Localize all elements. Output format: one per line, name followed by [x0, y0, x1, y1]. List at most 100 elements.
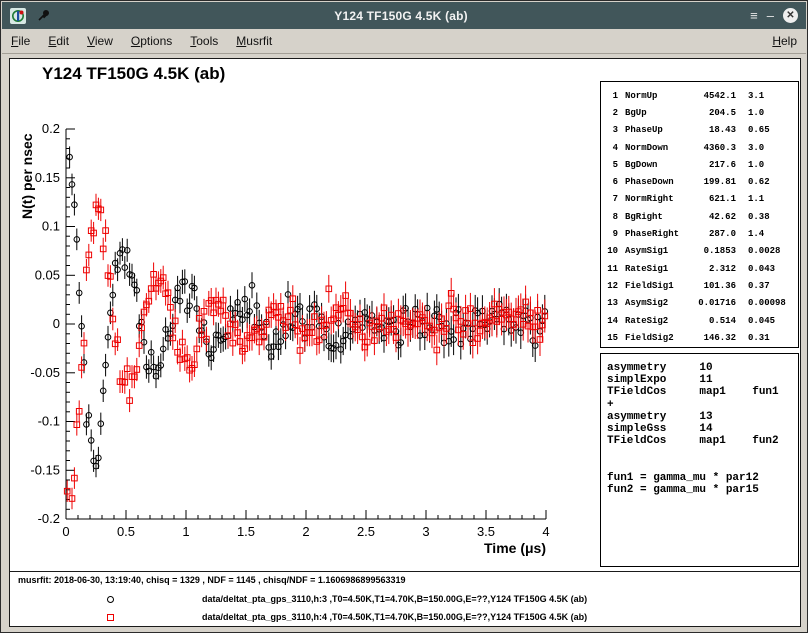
svg-text:-0.05: -0.05 [30, 365, 60, 380]
param-pn: 6 [605, 177, 618, 187]
param-perr: 0.045 [748, 316, 794, 326]
menubar: FileEditViewOptionsToolsMusrfit Help [2, 29, 806, 54]
param-perr: 1.0 [748, 160, 794, 170]
menu-item-help[interactable]: Help [763, 30, 806, 52]
param-perr: 0.00098 [748, 298, 794, 308]
param-pn: 1 [605, 91, 618, 101]
param-row: 7NormRight621.11.1 [605, 191, 794, 208]
param-pval: 42.62 [680, 212, 736, 222]
svg-text:-0.2: -0.2 [38, 511, 60, 526]
svg-text:0: 0 [53, 316, 60, 331]
param-row: 12FieldSig1101.360.37 [605, 277, 794, 294]
param-pname: BgRight [625, 212, 680, 222]
svg-text:-0.1: -0.1 [38, 414, 60, 429]
param-pn: 14 [605, 316, 618, 326]
param-pval: 0.01716 [680, 298, 736, 308]
param-pname: BgUp [625, 108, 680, 118]
param-pval: 146.32 [680, 333, 736, 343]
param-pn: 2 [605, 108, 618, 118]
param-pn: 8 [605, 212, 618, 222]
menu-item-file[interactable]: File [2, 30, 39, 52]
param-pname: RateSig1 [625, 264, 680, 274]
param-pname: FieldSig2 [625, 333, 680, 343]
param-pn: 12 [605, 281, 618, 291]
param-pval: 621.1 [680, 194, 736, 204]
main-canvas: -0.2-0.15-0.1-0.0500.050.10.150.200.511.… [9, 58, 801, 572]
param-pname: AsymSig1 [625, 246, 680, 256]
pin-icon[interactable] [34, 7, 52, 25]
param-perr: 0.37 [748, 281, 794, 291]
legend-square-marker [107, 614, 114, 621]
param-row: 2 BgUp204.5 1.0 [605, 104, 794, 121]
param-perr: 1.0 [748, 108, 794, 118]
param-perr: 1.4 [748, 229, 794, 239]
param-pname: FieldSig1 [625, 281, 680, 291]
param-pval: 0.1853 [680, 246, 736, 256]
param-perr: 3.1 [748, 91, 794, 101]
param-row: 1NormUp4542.13.1 [605, 87, 794, 104]
svg-text:2.5: 2.5 [357, 524, 375, 539]
svg-text:0.05: 0.05 [35, 267, 60, 282]
param-row: 4NormDown4360.33.0 [605, 139, 794, 156]
fit-parameters-box: 1NormUp4542.13.12BgUp204.51.03PhaseUp18.… [600, 81, 799, 348]
param-pval: 2.312 [680, 264, 736, 274]
window-menu-icon[interactable]: ≡ [750, 9, 758, 22]
fit-parameter-list: 1NormUp4542.13.12BgUp204.51.03PhaseUp18.… [605, 87, 794, 346]
param-pn: 9 [605, 229, 618, 239]
titlebar: Y124 TF150G 4.5K (ab) ≡ – ✕ [2, 2, 806, 29]
param-pval: 4360.3 [680, 143, 736, 153]
param-pval: 199.81 [680, 177, 736, 187]
svg-text:1: 1 [182, 524, 189, 539]
param-perr: 0.65 [748, 125, 794, 135]
theory-line: simplExpo 11 [607, 374, 792, 386]
page-title: Y124 TF150G 4.5K (ab) [42, 64, 225, 84]
param-pn: 5 [605, 160, 618, 170]
menu-item-musrfit[interactable]: Musrfit [227, 30, 281, 52]
svg-text:2: 2 [302, 524, 309, 539]
param-row: 8BgRight42.620.38 [605, 208, 794, 225]
close-icon[interactable]: ✕ [783, 8, 798, 23]
menu-item-options[interactable]: Options [122, 30, 181, 52]
param-row: 11RateSig12.3120.043 [605, 260, 794, 277]
param-pname: PhaseRight [625, 229, 680, 239]
param-pname: AsymSig2 [625, 298, 680, 308]
menu-left: FileEditViewOptionsToolsMusrfit [2, 34, 281, 48]
minimize-icon[interactable]: – [767, 9, 774, 22]
legend-item: data/deltat_pta_gps_3110,h:4 ,T0=4.50K,T… [107, 611, 587, 623]
legend-label: data/deltat_pta_gps_3110,h:3 ,T0=4.50K,T… [202, 594, 587, 604]
param-pname: PhaseDown [625, 177, 680, 187]
param-pn: 15 [605, 333, 618, 343]
param-pname: RateSig2 [625, 316, 680, 326]
svg-text:0.2: 0.2 [42, 121, 60, 136]
menu-item-view[interactable]: View [78, 30, 122, 52]
svg-text:4: 4 [542, 524, 549, 539]
menu-item-edit[interactable]: Edit [39, 30, 78, 52]
param-pval: 204.5 [680, 108, 736, 118]
param-pname: BgDown [625, 160, 680, 170]
param-pn: 7 [605, 194, 618, 204]
app-icon[interactable] [9, 7, 27, 25]
theory-function-box: asymmetry 10simplExpo 11TFieldCos map1 f… [600, 353, 799, 567]
param-row: 3PhaseUp18.430.65 [605, 122, 794, 139]
theory-line: fun1 = gamma_mu * par12 [607, 472, 792, 484]
plot-area[interactable]: -0.2-0.15-0.1-0.0500.050.10.150.200.511.… [10, 59, 608, 571]
theory-line [607, 447, 792, 459]
param-pn: 11 [605, 264, 618, 274]
param-pval: 0.514 [680, 316, 736, 326]
param-pname: NormUp [625, 91, 680, 101]
param-row: 10AsymSig10.18530.0028 [605, 243, 794, 260]
theory-line [607, 460, 792, 472]
svg-text:3.5: 3.5 [477, 524, 495, 539]
param-perr: 0.0028 [748, 246, 794, 256]
param-pval: 217.6 [680, 160, 736, 170]
param-perr: 0.31 [748, 333, 794, 343]
param-pn: 13 [605, 298, 618, 308]
param-row: 13 AsymSig20.01716 0.00098 [605, 295, 794, 312]
menu-item-tools[interactable]: Tools [181, 30, 227, 52]
param-pn: 4 [605, 143, 618, 153]
svg-text:0.15: 0.15 [35, 170, 60, 185]
svg-text:-0.15: -0.15 [30, 462, 60, 477]
param-pname: NormDown [625, 143, 680, 153]
fit-status-text: musrfit: 2018-06-30, 13:19:40, chisq = 1… [18, 575, 405, 585]
param-pval: 287.0 [680, 229, 736, 239]
